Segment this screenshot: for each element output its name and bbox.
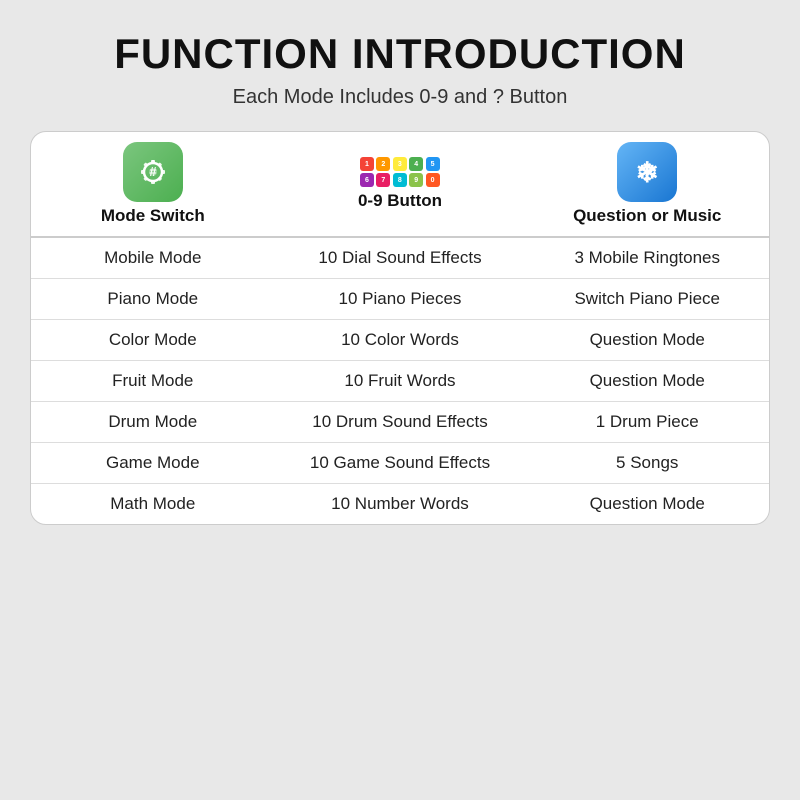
cell-button-3: 10 Fruit Words [275, 361, 526, 402]
cell-mode-4: Drum Mode [31, 402, 275, 443]
cell-mode-2: Color Mode [31, 320, 275, 361]
col-header-button-09: 12345 67890 0-9 Button [275, 132, 526, 237]
col-label-button-09: 0-9 Button [358, 191, 442, 211]
cell-mode-3: Fruit Mode [31, 361, 275, 402]
icon-grid-cell-2: 2 [376, 157, 390, 171]
cell-button-2: 10 Color Words [275, 320, 526, 361]
cell-button-6: 10 Number Words [275, 484, 526, 525]
cell-button-5: 10 Game Sound Effects [275, 443, 526, 484]
cell-button-1: 10 Piano Pieces [275, 279, 526, 320]
cell-mode-6: Math Mode [31, 484, 275, 525]
table-row: Game Mode10 Game Sound Effects5 Songs [31, 443, 769, 484]
col-header-mode-switch: # [31, 132, 275, 237]
cell-button-4: 10 Drum Sound Effects [275, 402, 526, 443]
cell-question-1: Switch Piano Piece [525, 279, 769, 320]
table-row: Color Mode10 Color WordsQuestion Mode [31, 320, 769, 361]
cell-mode-0: Mobile Mode [31, 237, 275, 279]
table-row: Fruit Mode10 Fruit WordsQuestion Mode [31, 361, 769, 402]
cell-button-0: 10 Dial Sound Effects [275, 237, 526, 279]
icon-grid-cell-6: 6 [360, 173, 374, 187]
icon-grid-cell-4: 4 [409, 157, 423, 171]
cell-question-4: 1 Drum Piece [525, 402, 769, 443]
col-header-question-music: ❄? Question or Music [525, 132, 769, 237]
question-music-icon: ❄? [617, 142, 677, 202]
cell-question-0: 3 Mobile Ringtones [525, 237, 769, 279]
icon-grid-cell-3: 3 [393, 157, 407, 171]
table-row: Piano Mode10 Piano PiecesSwitch Piano Pi… [31, 279, 769, 320]
cell-mode-5: Game Mode [31, 443, 275, 484]
col-label-mode-switch: Mode Switch [101, 206, 205, 226]
cell-question-3: Question Mode [525, 361, 769, 402]
icon-grid-cell-1: 1 [360, 157, 374, 171]
button-09-icon: 12345 67890 [360, 157, 440, 187]
page-subtitle: Each Mode Includes 0-9 and ? Button [233, 86, 568, 109]
mode-switch-icon: # [123, 142, 183, 202]
icon-grid-cell-7: 7 [376, 173, 390, 187]
cell-question-6: Question Mode [525, 484, 769, 525]
icon-grid-cell-5: 5 [426, 157, 440, 171]
cell-question-5: 5 Songs [525, 443, 769, 484]
cell-mode-1: Piano Mode [31, 279, 275, 320]
table-row: Math Mode10 Number WordsQuestion Mode [31, 484, 769, 525]
table-row: Mobile Mode10 Dial Sound Effects3 Mobile… [31, 237, 769, 279]
page-title: FUNCTION INTRODUCTION [114, 30, 686, 78]
icon-grid-cell-8: 8 [393, 173, 407, 187]
col-label-question-music: Question or Music [573, 206, 721, 226]
cell-question-2: Question Mode [525, 320, 769, 361]
table-row: Drum Mode10 Drum Sound Effects1 Drum Pie… [31, 402, 769, 443]
icon-grid-cell-0: 0 [426, 173, 440, 187]
function-table: # [30, 131, 770, 525]
icon-grid-cell-9: 9 [409, 173, 423, 187]
